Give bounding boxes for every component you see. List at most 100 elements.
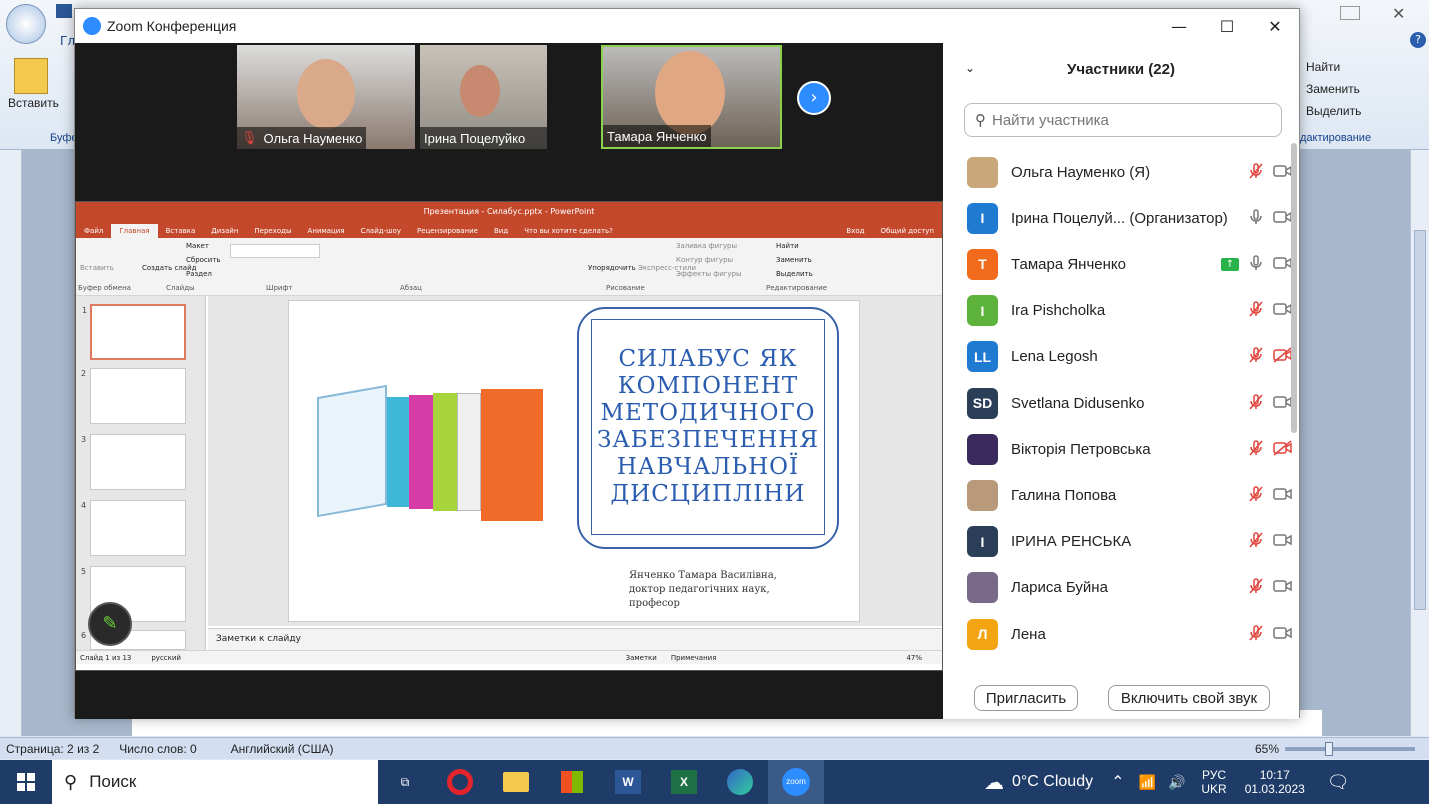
tab-home-fragment[interactable]: Гл [60, 34, 75, 48]
ppt-layout[interactable]: Макет [186, 242, 209, 250]
volume-icon[interactable]: 🔊 [1168, 774, 1185, 791]
zoom-slider-thumb[interactable] [1325, 741, 1333, 756]
slide-thumb[interactable]: 3 [81, 434, 186, 490]
camera-icon[interactable] [1273, 301, 1293, 320]
muted-mic-icon[interactable] [1247, 531, 1265, 552]
ppt-shape-outline[interactable]: Контур фигуры [676, 256, 733, 264]
weather-widget[interactable]: ☁ 0°C Cloudy [984, 770, 1093, 795]
word-scrollbar[interactable] [1410, 150, 1429, 736]
start-button[interactable] [0, 760, 52, 804]
video-tile-3[interactable]: Тамара Янченко [601, 45, 782, 149]
participant-row[interactable]: Вікторія Петровська [967, 426, 1293, 472]
ppt-shape-effects[interactable]: Эффекты фигуры [676, 270, 742, 278]
slide-thumb[interactable]: 4 [81, 500, 186, 556]
participant-row[interactable]: Л Лена [967, 611, 1293, 657]
camera-off-icon[interactable] [1273, 347, 1293, 366]
panel-scrollbar[interactable] [1291, 143, 1297, 433]
camera-icon[interactable] [1273, 578, 1293, 597]
ppt-login[interactable]: Вход [838, 224, 872, 238]
ppt-font-input[interactable] [230, 244, 320, 258]
scroll-thumb[interactable] [1414, 230, 1426, 610]
ppt-tab-design[interactable]: Дизайн [203, 224, 246, 238]
minimize-button[interactable]: — [1155, 9, 1203, 43]
muted-mic-icon[interactable] [1247, 300, 1265, 321]
store-icon[interactable] [544, 760, 600, 804]
participant-search[interactable]: ⚲ [964, 103, 1282, 137]
ppt-select[interactable]: Выделить [776, 270, 813, 278]
camera-icon[interactable] [1273, 532, 1293, 551]
office-button[interactable] [6, 4, 46, 44]
ppt-reset[interactable]: Сбросить [186, 256, 221, 264]
participant-row[interactable]: Т Тамара Янченко ↑ [967, 241, 1293, 287]
ppt-share[interactable]: Общий доступ [872, 224, 942, 238]
status-zoom[interactable]: 65% [1255, 742, 1279, 756]
muted-mic-icon[interactable] [1247, 624, 1265, 645]
camera-icon[interactable] [1273, 625, 1293, 644]
ppt-section[interactable]: Раздел [186, 270, 212, 278]
invite-button[interactable]: Пригласить [974, 685, 1078, 711]
ppt-arrange[interactable]: Упорядочить [588, 264, 636, 272]
ppt-replace[interactable]: Заменить [776, 256, 812, 264]
ppt-status-zoom[interactable]: 47% [906, 654, 922, 662]
next-videos-button[interactable]: › [797, 81, 831, 115]
camera-off-icon[interactable] [1273, 440, 1293, 459]
mic-icon[interactable] [1247, 254, 1265, 275]
slide-thumb[interactable]: 2 [81, 368, 186, 424]
unmute-button[interactable]: Включить свой звук [1108, 685, 1270, 711]
camera-icon[interactable] [1273, 209, 1293, 228]
zoom-slider[interactable] [1285, 741, 1415, 756]
paste-label[interactable]: Вставить [8, 96, 59, 110]
excel-icon[interactable]: X [656, 760, 712, 804]
participant-row[interactable]: I Ірина Поцелуй... (Организатор) [967, 195, 1293, 241]
ppt-shape-fill[interactable]: Заливка фигуры [676, 242, 737, 250]
word-icon[interactable]: W [600, 760, 656, 804]
word-replace[interactable]: Заменить [1306, 82, 1360, 96]
ppt-tab-home[interactable]: Главная [111, 224, 158, 238]
annotate-pen-button[interactable]: ✎ [88, 602, 132, 646]
ppt-tab-insert[interactable]: Вставка [158, 224, 204, 238]
muted-mic-icon[interactable] [1247, 162, 1265, 183]
camera-icon[interactable] [1273, 394, 1293, 413]
ppt-tab-view[interactable]: Вид [486, 224, 516, 238]
ppt-find[interactable]: Найти [776, 242, 799, 250]
camera-icon[interactable] [1273, 486, 1293, 505]
help-icon[interactable]: ? [1410, 32, 1426, 48]
participant-search-input[interactable] [992, 111, 1262, 129]
mic-icon[interactable] [1247, 208, 1265, 229]
explorer-icon[interactable] [488, 760, 544, 804]
word-select[interactable]: Выделить [1306, 104, 1361, 118]
muted-mic-icon[interactable] [1247, 393, 1265, 414]
status-words[interactable]: Число слов: 0 [119, 742, 196, 756]
participant-row[interactable]: Галина Попова [967, 472, 1293, 518]
slide-thumb[interactable]: 1 [82, 304, 186, 360]
close-button[interactable]: ✕ [1251, 9, 1299, 43]
ppt-tab-review[interactable]: Рецензирование [409, 224, 486, 238]
muted-mic-icon[interactable] [1247, 439, 1265, 460]
close-icon[interactable]: ✕ [1392, 4, 1405, 23]
taskbar-search[interactable]: ⚲ Поиск [52, 760, 378, 804]
zoom-taskbar-icon[interactable]: zoom [768, 760, 824, 804]
ppt-status-notes[interactable]: Заметки [626, 654, 657, 662]
ppt-tab-animation[interactable]: Анимация [300, 224, 353, 238]
network-icon[interactable]: 📶 [1139, 774, 1156, 791]
clock[interactable]: 10:17 01.03.2023 [1245, 768, 1305, 796]
notification-icon[interactable]: 🗨 [1327, 772, 1350, 793]
ppt-status-comments[interactable]: Примечания [671, 654, 717, 662]
ppt-paste[interactable]: Вставить [80, 264, 114, 272]
participant-row[interactable]: I Ira Pishcholka [967, 288, 1293, 334]
participant-row[interactable]: Ольга Науменко (Я) [967, 149, 1293, 195]
muted-mic-icon[interactable] [1247, 577, 1265, 598]
restore-icon[interactable] [1340, 6, 1360, 20]
maximize-button[interactable]: ☐ [1203, 9, 1251, 43]
status-language[interactable]: Английский (США) [231, 742, 334, 756]
chevron-up-icon[interactable]: ⌃ [1111, 772, 1124, 792]
ppt-search-hint[interactable]: Что вы хотите сделать? [516, 224, 621, 238]
edge-icon[interactable] [712, 760, 768, 804]
word-find[interactable]: Найти [1306, 60, 1340, 74]
ppt-tab-file[interactable]: Файл [76, 224, 111, 238]
paste-icon[interactable] [14, 58, 48, 94]
status-page[interactable]: Страница: 2 из 2 [6, 742, 99, 756]
muted-mic-icon[interactable] [1247, 346, 1265, 367]
task-view-icon[interactable]: ⧉ [378, 760, 432, 804]
video-tile-1[interactable]: 🎙 Ольга Науменко [237, 45, 415, 149]
